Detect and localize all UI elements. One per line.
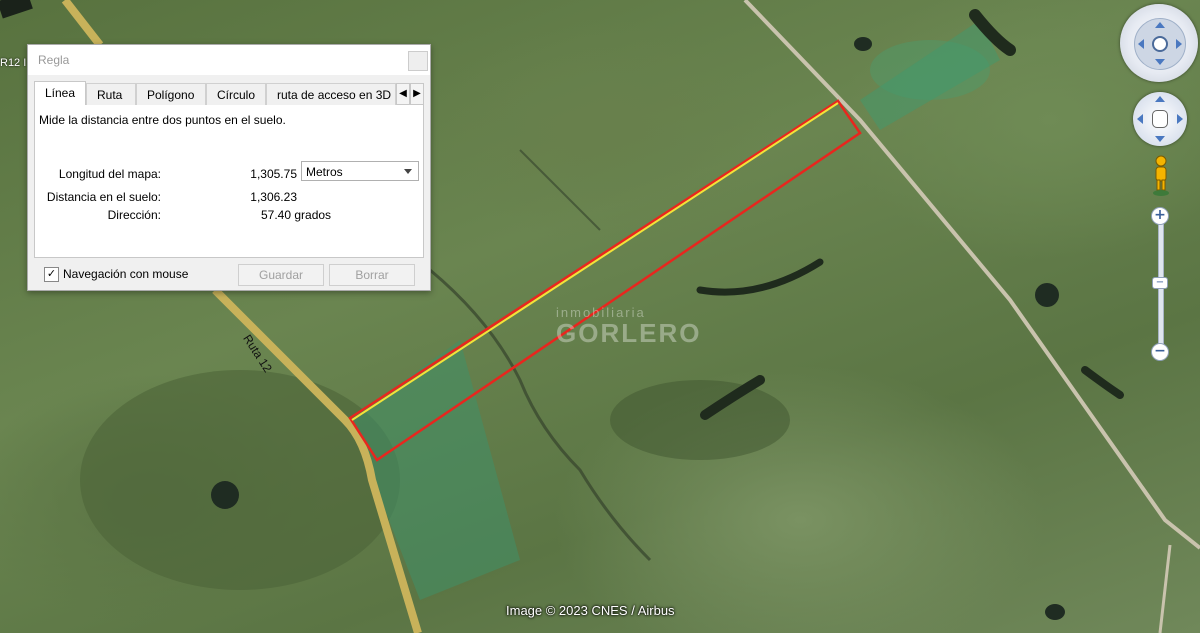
pan-down-icon[interactable] xyxy=(1155,136,1165,142)
mouse-nav-label: Navegación con mouse xyxy=(63,267,189,281)
tab-circulo[interactable]: Círculo xyxy=(206,83,266,105)
zoom-slider[interactable]: + − − xyxy=(1151,205,1169,365)
map-length-value: 1,305.75 xyxy=(250,167,297,181)
tab-description: Mide la distancia entre dos puntos en el… xyxy=(39,113,286,127)
watermark-main: GORLERO xyxy=(556,318,702,348)
save-button[interactable]: Guardar xyxy=(238,264,324,286)
tab-linea[interactable]: Línea xyxy=(34,81,86,106)
tab-scroll-left-icon[interactable]: ◀ xyxy=(396,83,410,105)
look-joystick[interactable] xyxy=(1134,18,1186,70)
look-down-icon[interactable] xyxy=(1155,59,1165,65)
chevron-down-icon xyxy=(404,169,412,174)
look-left-icon[interactable] xyxy=(1138,39,1144,49)
tab-panel: Mide la distancia entre dos puntos en el… xyxy=(34,105,424,258)
unit-select[interactable]: Metros xyxy=(301,161,419,181)
zoom-in-button[interactable]: + xyxy=(1151,207,1169,225)
direction-label: Dirección: xyxy=(107,208,161,222)
dialog-title: Regla xyxy=(38,53,70,67)
ruler-dialog: Regla Línea Ruta Polígono Círculo ruta d… xyxy=(27,44,431,291)
look-around-control[interactable] xyxy=(1120,4,1198,82)
pan-control[interactable] xyxy=(1133,92,1187,146)
look-up-icon[interactable] xyxy=(1155,22,1165,28)
watermark: inmobiliaria GORLERO xyxy=(556,305,701,349)
look-right-icon[interactable] xyxy=(1176,39,1182,49)
pan-left-icon[interactable] xyxy=(1137,114,1143,124)
zoom-out-button[interactable]: − xyxy=(1151,343,1169,361)
tab-poligono[interactable]: Polígono xyxy=(136,83,206,105)
unit-select-value: Metros xyxy=(306,165,343,179)
mouse-nav-checkbox[interactable]: ✓ xyxy=(44,267,59,282)
tab-ruta-3d[interactable]: ruta de acceso en 3D xyxy=(266,83,396,105)
zoom-thumb[interactable]: − xyxy=(1152,277,1168,289)
corner-road-label: R12 I xyxy=(0,57,27,69)
direction-value: 57.40 grados xyxy=(261,208,332,222)
pan-up-icon[interactable] xyxy=(1155,96,1165,102)
dialog-titlebar[interactable]: Regla xyxy=(28,45,430,75)
map-length-label: Longitud del mapa: xyxy=(58,167,161,181)
close-button[interactable] xyxy=(408,51,428,71)
tab-bar: Línea Ruta Polígono Círculo ruta de acce… xyxy=(34,81,424,106)
tab-ruta[interactable]: Ruta xyxy=(86,83,136,105)
clear-button[interactable]: Borrar xyxy=(329,264,415,286)
hand-icon xyxy=(1152,110,1168,128)
imagery-credit: Image © 2023 CNES / Airbus xyxy=(506,603,675,618)
pegman-icon[interactable] xyxy=(1152,154,1170,196)
ground-distance-label: Distancia en el suelo: xyxy=(46,190,161,204)
pan-right-icon[interactable] xyxy=(1177,114,1183,124)
eye-icon xyxy=(1152,36,1168,52)
ground-distance-value: 1,306.23 xyxy=(250,190,297,204)
tab-scroll-right-icon[interactable]: ▶ xyxy=(410,83,424,105)
